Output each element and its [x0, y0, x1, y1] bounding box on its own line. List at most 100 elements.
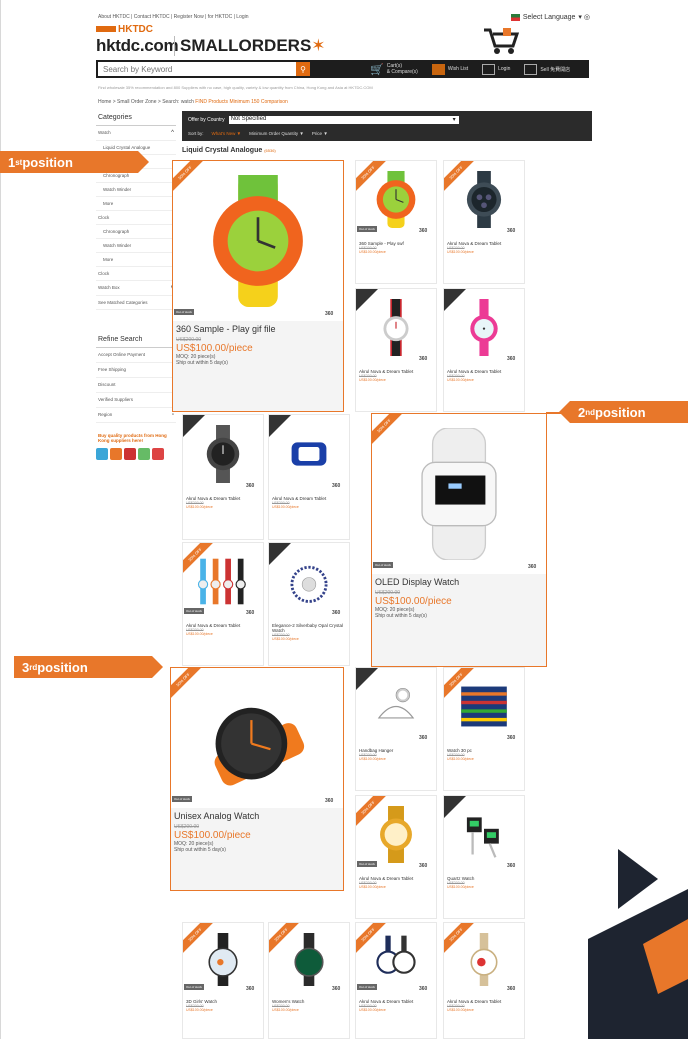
refine-item[interactable]: Discount▫ [96, 378, 176, 393]
view-360-icon[interactable]: 360 [332, 610, 346, 618]
search-button[interactable]: ⚲ [296, 62, 310, 76]
product-card[interactable]: 360 Akrul Nova & Dream Tablet US$200.00 US$… [182, 414, 264, 540]
featured-product-card[interactable]: 50% OFF Out of stock 360 OLED Display Watch… [371, 413, 547, 667]
product-card[interactable]: 360 Akrul Nova & Dream Tablet US$200.00 US$… [268, 414, 350, 540]
wishlist-link[interactable]: Wish List [431, 63, 468, 75]
sidebar-item[interactable]: Watch Winder [96, 239, 176, 253]
sidebar-item-label: More [103, 257, 114, 262]
ship-time: Ship out within 5 day(s) [176, 360, 228, 366]
view-360-icon[interactable]: 360 [332, 986, 346, 994]
refine-item[interactable]: Free Shipping▫ [96, 363, 176, 378]
view-360-icon[interactable]: 360 [332, 483, 346, 491]
watch-image [376, 935, 416, 974]
filter-bar: Offer by Country Not Specified ▾ Sort by:… [182, 111, 592, 141]
view-360-icon[interactable]: 360 [419, 863, 433, 871]
product-card[interactable]: 360 Akrul Nova & Dream Tablet US$200.00 US$… [355, 288, 437, 412]
product-card[interactable]: 30% OFF 360 Watch 30 pc US$200.00 US$100.00/… [443, 667, 525, 791]
sidebar-item-label: Clock [98, 271, 110, 276]
price: US$100.00/piece [272, 637, 299, 641]
price: US$100.00/piece [272, 1008, 299, 1012]
view-360-icon[interactable]: 360 [246, 610, 260, 618]
product-info: Watch 30 pc US$200.00 US$100.00/piece [444, 745, 524, 790]
refine-item-label: Region [98, 412, 113, 417]
view-360-icon[interactable]: 360 [246, 483, 260, 491]
view-360-icon[interactable]: 360 [507, 356, 521, 364]
price: US$100.00/piece [447, 757, 474, 761]
hktdc-small-logo: HKTDC [96, 24, 153, 35]
language-selector[interactable]: Select Language ▾ ◎ [510, 13, 590, 21]
product-name[interactable]: OLED Display Watch [375, 577, 543, 587]
login-link[interactable]: Login [482, 63, 510, 75]
view-360-icon[interactable]: 360 [325, 311, 339, 319]
product-card[interactable]: 30% OFF Out of stock 360 Akrul Nova & Dream… [355, 922, 437, 1039]
top-links[interactable]: About HKTDC | Contact HKTDC | Register N… [98, 14, 249, 20]
product-card[interactable]: 360 Quartz Watch US$200.00 US$100.00/piece [443, 795, 525, 919]
stock-tag: Out of stock [357, 861, 378, 867]
sidebar-item[interactable]: Watch Winder [96, 183, 176, 197]
sell-link[interactable]: Sell 免費開店 [524, 63, 570, 75]
product-card[interactable]: 30% OFF Out of stock 360 360 Sample - Play … [355, 160, 437, 284]
refine-item[interactable]: Region ▫ [96, 408, 176, 423]
product-card[interactable]: 360 Handbag Hanger US$200.00 US$100.00/piec… [355, 667, 437, 791]
view-360-icon[interactable]: 360 [419, 356, 433, 364]
country-select[interactable]: Not Specified ▾ [228, 116, 459, 124]
sidebar-item[interactable]: Watch Boxv [96, 281, 176, 296]
price: US$100.00/piece [359, 885, 386, 889]
product-card[interactable]: 30% OFF Out of stock 360 Akrul Nova & Dream… [182, 542, 264, 666]
logo-area[interactable]: HKTDC hktdc.com SMALLORDERS✶ [96, 24, 356, 58]
sidebar-item[interactable]: Chronograph [96, 225, 176, 239]
refine-item[interactable]: Verified Suppliers▫ [96, 393, 176, 408]
view-360-icon[interactable]: 360 [507, 735, 521, 743]
watch-image [380, 806, 412, 863]
sort-option[interactable]: What's New ▼ [212, 131, 242, 136]
refine-item[interactable]: Accept Online Payment▫ [96, 348, 176, 363]
watch-image [470, 933, 498, 986]
featured-product-card[interactable]: 50% OFF Out of stock 360 Unisex Analog Watc… [170, 667, 344, 891]
sidebar-item[interactable]: Watch ^ [96, 126, 176, 141]
view-360-icon[interactable]: 360 [507, 863, 521, 871]
product-card[interactable]: 30% OFF Out of stock 360 Akrul Nova & Dream… [355, 795, 437, 919]
product-name[interactable]: Unisex Analog Watch [174, 811, 340, 821]
ship-time: Ship out within 5 day(s) [375, 613, 427, 619]
view-360-icon[interactable]: 360 [507, 986, 521, 994]
watch-image [208, 933, 238, 986]
product-card[interactable]: 360 Akrul Nova & Dream Tablet US$200.00 US$… [443, 288, 525, 412]
featured-product-card[interactable]: 50% OFF Out of stock 360 360 Sample - Play … [172, 160, 344, 412]
product-card[interactable]: 30% OFF 360 Akrul Nova & Dream Tablet US$20… [443, 922, 525, 1039]
search-input[interactable] [98, 62, 296, 76]
sidebar-item-label: Chronograph [103, 229, 130, 234]
new-corner-tag [444, 796, 466, 818]
product-card[interactable]: 360 Elegance-2 Silverbaby Opal Crystal Wa… [268, 542, 350, 666]
product-name[interactable]: Elegance-2 Silverbaby Opal Crystal Watch [272, 623, 346, 633]
sidebar-item[interactable]: Clock [96, 211, 176, 225]
cart-link[interactable]: 🛒 Cart(s) & Compare(s) [370, 63, 418, 76]
sidebar-item[interactable]: More [96, 197, 176, 211]
sidebar-item[interactable]: See Matched Categories [96, 296, 176, 310]
view-360-icon[interactable]: 360 [246, 986, 260, 994]
watch-image [466, 171, 502, 228]
breadcrumb[interactable]: Home > Small Order Zone > Search: watch … [98, 99, 288, 105]
product-card[interactable]: 30% OFF 360 Women's Watch US$200.00 US$100.0… [268, 922, 350, 1039]
view-360-icon[interactable]: 360 [528, 564, 542, 572]
product-card[interactable]: 30% OFF 360 Akrul Nova & Dream Tablet US$20… [443, 160, 525, 284]
promo-banner[interactable] [96, 448, 176, 464]
product-card[interactable]: 30% OFF Out of stock 360 3D Girls' Watch US$… [182, 922, 264, 1039]
view-360-icon[interactable]: 360 [419, 986, 433, 994]
sort-option[interactable]: Minimum Order Quantity ▼ [249, 131, 304, 136]
sidebar-item-label: Watch Winder [103, 187, 132, 192]
view-360-icon[interactable]: 360 [325, 798, 339, 806]
price: US$100.00/piece [359, 1008, 386, 1012]
view-360-icon[interactable]: 360 [507, 228, 521, 236]
sidebar-item-label: Watch [98, 130, 111, 135]
promo-text[interactable]: Buy quality products from Hong Kong supp… [96, 431, 176, 445]
sidebar-item[interactable]: Clock [96, 267, 176, 281]
product-name[interactable]: 360 Sample - Play gif file [176, 324, 340, 334]
view-360-icon[interactable]: 360 [419, 228, 433, 236]
view-360-icon[interactable]: 360 [419, 735, 433, 743]
new-corner-tag [356, 289, 378, 311]
sort-option[interactable]: Price ▼ [312, 131, 328, 136]
sidebar-item[interactable]: More [96, 253, 176, 267]
listing-title: Liquid Crystal Analogue (6536) [182, 147, 276, 154]
flag-icon [510, 13, 520, 21]
cart-hero-icon [484, 28, 520, 54]
